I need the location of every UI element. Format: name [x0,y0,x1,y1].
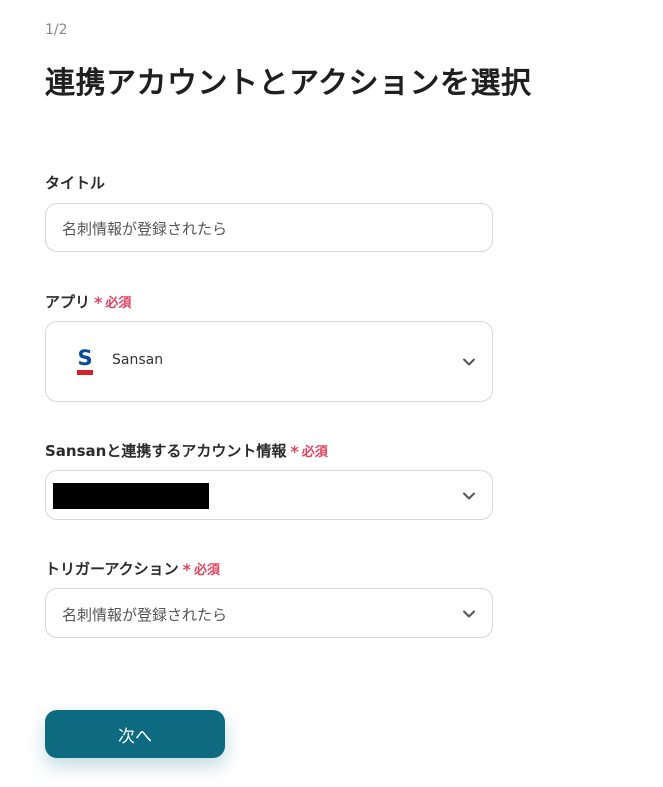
trigger-field-label: トリガーアクション * 必須 [45,558,220,579]
next-button[interactable]: 次へ [45,710,225,758]
redacted-account-value [53,483,209,509]
required-text: 必須 [105,296,132,311]
required-badge: * 必須 [94,292,132,312]
title-field-label: タイトル [45,172,105,193]
step-indicator: 1/2 [45,22,68,38]
trigger-select[interactable]: 名刺情報が登録されたら [45,588,493,638]
trigger-select-value: 名刺情報が登録されたら [62,606,228,624]
required-text: 必須 [301,445,328,460]
account-field-label: Sansanと連携するアカウント情報 * 必須 [45,440,328,461]
title-input-value: 名刺情報が登録されたら [62,220,228,238]
required-badge: * 必須 [290,441,328,461]
svg-text:S: S [77,346,92,370]
title-input[interactable]: 名刺情報が登録されたら [45,203,493,252]
required-asterisk-icon: * [182,560,192,579]
app-field-label: アプリ * 必須 [45,291,131,312]
chevron-down-icon[interactable] [462,607,476,621]
page: 1/2 連携アカウントとアクションを選択 タイトル 名刺情報が登録されたら アプ… [0,0,663,787]
trigger-label-text: トリガーアクション [45,560,179,578]
chevron-down-icon[interactable] [462,355,476,369]
required-asterisk-icon: * [94,293,103,312]
account-select[interactable] [45,470,493,520]
page-title: 連携アカウントとアクションを選択 [45,66,532,101]
required-badge: * 必須 [182,559,221,579]
app-label-text: アプリ [45,293,91,311]
app-name: Sansan [112,352,164,368]
title-label-text: タイトル [45,174,106,192]
app-select[interactable]: S Sansan [45,321,493,402]
required-text: 必須 [194,563,221,578]
account-label-text: Sansanと連携するアカウント情報 [45,442,287,460]
chevron-down-icon[interactable] [462,489,476,503]
sansan-logo-icon: S [77,346,93,375]
required-asterisk-icon: * [290,442,299,461]
